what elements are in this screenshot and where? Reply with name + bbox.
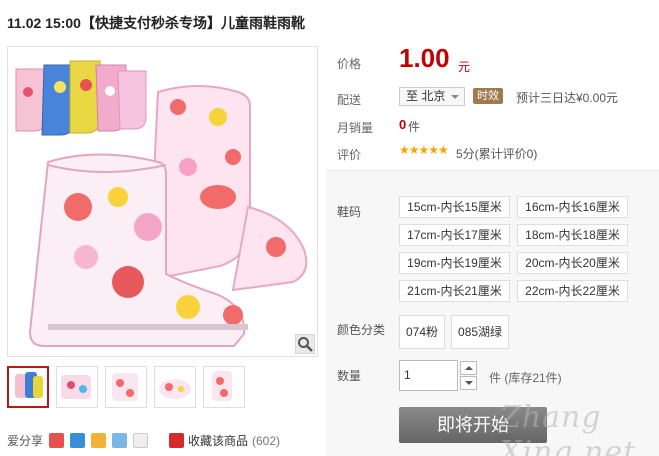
favorite-link[interactable]: 收藏该商品 (602) xyxy=(169,432,280,449)
quantity-label: 数量 xyxy=(337,369,362,383)
watermark: Zhang Xing.net xyxy=(500,400,637,456)
thumbnail-4[interactable] xyxy=(154,366,196,408)
product-main-image[interactable] xyxy=(7,46,318,357)
size-option[interactable]: 22cm-内长22厘米 xyxy=(517,280,628,302)
stock-text: 件 (库存21件) xyxy=(489,371,562,385)
quantity-increase-button[interactable] xyxy=(460,361,477,375)
size-option[interactable]: 18cm-内长18厘米 xyxy=(517,224,628,246)
sales-count: 0 xyxy=(399,117,407,132)
thumbnail-1[interactable] xyxy=(7,366,49,408)
price-value: 1.00 xyxy=(399,43,450,73)
star-rating-icon: ★★★★★ xyxy=(399,143,449,157)
thumbnail-3[interactable] xyxy=(105,366,147,408)
quantity-decrease-button[interactable] xyxy=(460,376,477,390)
qzone-share-icon[interactable] xyxy=(112,433,128,448)
size-option[interactable]: 16cm-内长16厘米 xyxy=(517,196,628,218)
renren-share-icon[interactable] xyxy=(49,433,65,448)
size-option[interactable]: 17cm-内长17厘米 xyxy=(399,224,510,246)
thumbnail-2[interactable] xyxy=(56,366,98,408)
share-bar: 爱分享 xyxy=(7,432,149,449)
delivery-estimate: 预计三日达¥0.00元 xyxy=(516,91,619,105)
color-option[interactable]: 085湖绿 xyxy=(451,315,510,349)
more-share-chevron-icon[interactable] xyxy=(133,433,149,448)
timely-badge: 时效 xyxy=(473,88,503,104)
chevron-down-icon xyxy=(451,95,459,99)
thumbnail-strip xyxy=(7,366,245,408)
kaixin-share-icon[interactable] xyxy=(70,433,86,448)
color-label: 颜色分类 xyxy=(337,323,386,337)
size-option[interactable]: 21cm-内长21厘米 xyxy=(399,280,510,302)
favorite-label: 收藏该商品 xyxy=(188,434,249,448)
destination-value: 至 北京 xyxy=(406,89,446,103)
zoom-icon[interactable] xyxy=(295,334,315,354)
price-currency: 元 xyxy=(458,60,471,74)
size-option[interactable]: 15cm-内长15厘米 xyxy=(399,196,510,218)
review-summary[interactable]: 5分(累计评价0) xyxy=(456,145,537,162)
product-title: 11.02 15:00【快捷支付秒杀专场】儿童雨鞋雨靴 xyxy=(7,15,305,31)
sales-unit: 件 xyxy=(408,120,421,134)
review-label: 评价 xyxy=(337,148,362,162)
destination-select[interactable]: 至 北京 xyxy=(399,87,465,106)
boots-illustration xyxy=(15,60,308,347)
delivery-label: 配送 xyxy=(337,93,362,107)
color-option[interactable]: 074粉 xyxy=(399,315,446,349)
size-option[interactable]: 19cm-内长19厘米 xyxy=(399,252,510,274)
price-label: 价格 xyxy=(337,57,362,71)
thumbnail-5[interactable] xyxy=(203,366,245,408)
weibo-share-icon[interactable] xyxy=(91,433,107,448)
quantity-input[interactable]: 1 xyxy=(399,360,458,391)
favorite-icon xyxy=(169,433,184,448)
size-option[interactable]: 20cm-内长20厘米 xyxy=(517,252,628,274)
size-options: 15cm-内长15厘米 16cm-内长16厘米 17cm-内长17厘米 18cm… xyxy=(399,196,631,302)
color-options: 074粉 085湖绿 xyxy=(399,315,510,349)
size-label: 鞋码 xyxy=(337,205,362,219)
share-label: 爱分享 xyxy=(7,434,44,448)
favorite-count: (602) xyxy=(252,433,281,448)
sales-label: 月销量 xyxy=(337,121,374,135)
